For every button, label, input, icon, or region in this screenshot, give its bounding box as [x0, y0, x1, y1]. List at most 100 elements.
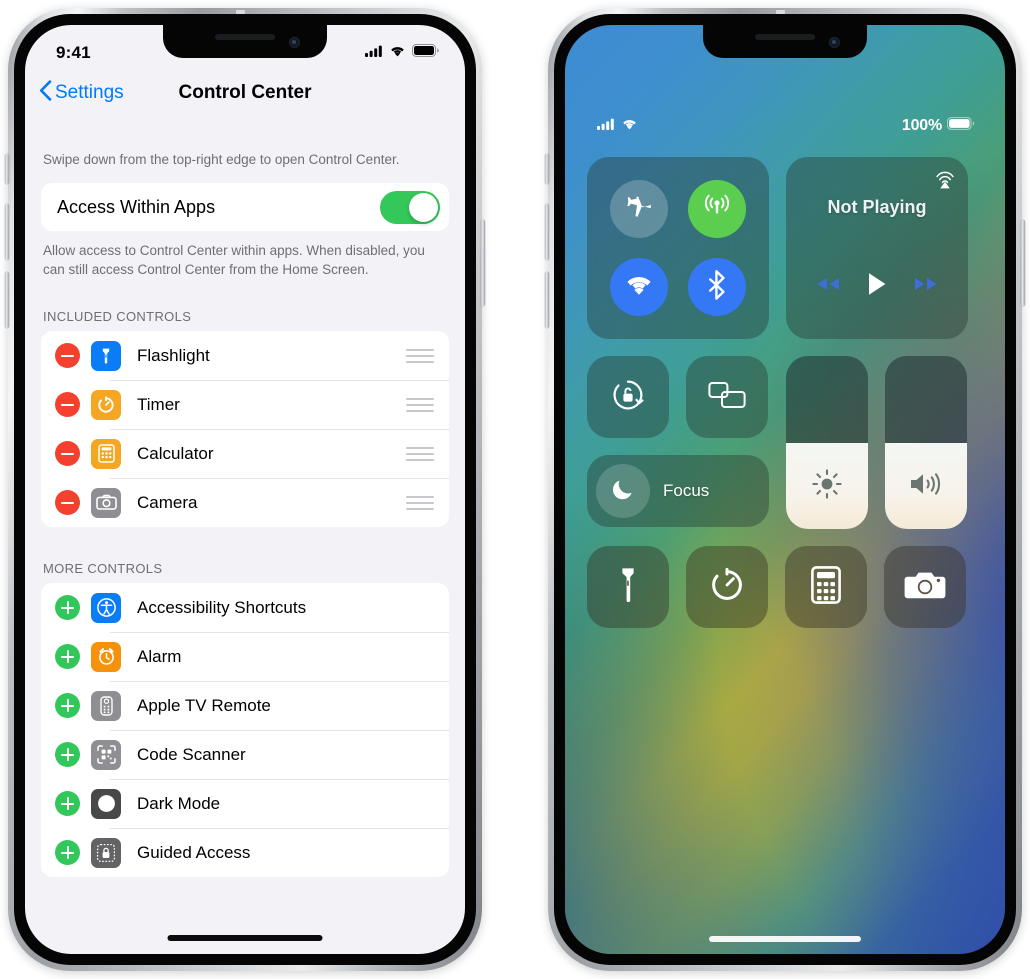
- drag-handle-icon[interactable]: [406, 495, 434, 510]
- power-button[interactable]: [481, 220, 485, 306]
- play-icon[interactable]: [866, 271, 888, 302]
- focus-icon-circle: [596, 464, 650, 518]
- device-bezel: 9:41 Settings Control Center Swipe down …: [14, 14, 476, 965]
- power-button[interactable]: [1021, 220, 1025, 306]
- media-controls: [786, 271, 968, 302]
- settings-screen: 9:41 Settings Control Center Swipe down …: [25, 25, 465, 954]
- table-row[interactable]: Accessibility Shortcuts: [41, 583, 449, 632]
- table-row[interactable]: Apple TV Remote: [41, 681, 449, 730]
- plus-circle-icon[interactable]: [55, 595, 80, 621]
- control-label: Code Scanner: [137, 744, 246, 764]
- volume-down-button[interactable]: [545, 272, 549, 328]
- timer-button[interactable]: [686, 546, 768, 628]
- alarm-clock-icon: [91, 641, 121, 672]
- settings-app: 9:41 Settings Control Center Swipe down …: [25, 25, 465, 954]
- cc-row-middle: Focus: [587, 356, 983, 529]
- fast-forward-icon[interactable]: [911, 274, 941, 299]
- drag-handle-icon[interactable]: [406, 397, 434, 412]
- airplay-audio-icon[interactable]: [934, 168, 956, 195]
- battery-percent-label: 100%: [901, 117, 942, 134]
- accessibility-icon: [91, 592, 121, 623]
- flashlight-button[interactable]: [587, 546, 669, 628]
- control-label: Accessibility Shortcuts: [137, 597, 307, 617]
- access-within-apps-note: Allow access to Control Center within ap…: [43, 243, 425, 278]
- left-column: Focus: [587, 356, 769, 529]
- table-row[interactable]: Alarm: [41, 632, 449, 681]
- table-row[interactable]: Timer: [41, 380, 449, 429]
- volume-glyph: [885, 443, 967, 529]
- plus-circle-icon[interactable]: [55, 644, 80, 670]
- back-button[interactable]: Settings: [39, 79, 124, 107]
- wifi-button[interactable]: [609, 258, 668, 317]
- calculator-icon: [811, 565, 841, 609]
- control-center-screen: 100% Not Playing Focus: [565, 25, 1005, 954]
- calculator-button[interactable]: [785, 546, 867, 628]
- cellular-bars-icon: [597, 117, 615, 135]
- media-title: Not Playing: [827, 197, 927, 217]
- plus-circle-icon[interactable]: [55, 693, 80, 719]
- access-within-apps-row[interactable]: Access Within Apps: [41, 183, 449, 231]
- table-row[interactable]: Dark Mode: [41, 779, 449, 828]
- volume-icon: [908, 469, 944, 504]
- home-indicator[interactable]: [709, 936, 861, 942]
- brightness-slider[interactable]: [786, 356, 868, 529]
- control-label: Timer: [137, 394, 180, 414]
- camera-icon: [904, 568, 946, 607]
- more-controls-card: Accessibility Shortcuts Alarm Apple TV R…: [41, 583, 449, 878]
- cellular-data-button[interactable]: [688, 179, 747, 238]
- ring-silent-switch[interactable]: [5, 154, 9, 184]
- antenna-icon: [702, 191, 732, 226]
- navigation-bar: Settings Control Center: [25, 69, 465, 117]
- status-bar: 9:41: [25, 25, 465, 69]
- more-controls-header: MORE CONTROLS: [43, 561, 163, 577]
- screen-mirroring-icon: [708, 380, 746, 415]
- volume-down-button[interactable]: [5, 272, 9, 328]
- control-label: Camera: [137, 492, 198, 512]
- table-row[interactable]: Calculator: [41, 429, 449, 478]
- screen-mirroring-button[interactable]: [686, 356, 768, 438]
- camera-icon: [91, 487, 121, 518]
- volume-slider[interactable]: [885, 356, 967, 529]
- battery-full-icon: [947, 117, 975, 135]
- drag-handle-icon[interactable]: [406, 348, 434, 363]
- drag-handle-icon[interactable]: [406, 446, 434, 461]
- brightness-icon: [810, 467, 844, 506]
- iphone-settings-device: 9:41 Settings Control Center Swipe down …: [5, 8, 485, 971]
- control-label: Dark Mode: [137, 793, 221, 813]
- cellular-bars-icon: [365, 44, 383, 62]
- minus-circle-icon[interactable]: [55, 343, 80, 369]
- table-row[interactable]: Code Scanner: [41, 730, 449, 779]
- rotation-lock-button[interactable]: [587, 356, 669, 438]
- front-camera: [829, 37, 840, 48]
- focus-button[interactable]: Focus: [587, 455, 769, 527]
- toggle-pair: [587, 356, 769, 438]
- access-within-apps-card: Access Within Apps: [41, 183, 449, 232]
- plus-circle-icon[interactable]: [55, 742, 80, 768]
- rewind-icon[interactable]: [813, 274, 843, 299]
- minus-circle-icon[interactable]: [55, 490, 80, 516]
- access-within-apps-toggle[interactable]: [380, 190, 440, 224]
- table-row[interactable]: Flashlight: [41, 331, 449, 380]
- iphone-control-center-device: 100% Not Playing Focus: [545, 8, 1025, 971]
- table-row[interactable]: Camera: [41, 478, 449, 527]
- notch: [703, 25, 867, 58]
- volume-up-button[interactable]: [545, 204, 549, 260]
- tv-remote-icon: [91, 690, 121, 721]
- plus-circle-icon[interactable]: [55, 840, 80, 866]
- minus-circle-icon[interactable]: [55, 392, 80, 418]
- quick-controls-row: [587, 546, 983, 628]
- media-playback-module: Not Playing: [786, 157, 968, 339]
- airplane-mode-button[interactable]: [609, 179, 668, 238]
- home-indicator[interactable]: [167, 935, 323, 941]
- volume-up-button[interactable]: [5, 204, 9, 260]
- included-controls-card: Flashlight Timer Calculator Camera: [41, 331, 449, 528]
- table-row[interactable]: Guided Access: [41, 828, 449, 877]
- minus-circle-icon[interactable]: [55, 441, 80, 467]
- camera-button[interactable]: [884, 546, 966, 628]
- bluetooth-button[interactable]: [688, 258, 747, 317]
- ring-silent-switch[interactable]: [545, 154, 549, 184]
- settings-body: Swipe down from the top-right edge to op…: [25, 117, 465, 878]
- device-bezel: 100% Not Playing Focus: [554, 14, 1016, 965]
- plus-circle-icon[interactable]: [55, 791, 80, 817]
- chevron-left-icon: [39, 79, 52, 107]
